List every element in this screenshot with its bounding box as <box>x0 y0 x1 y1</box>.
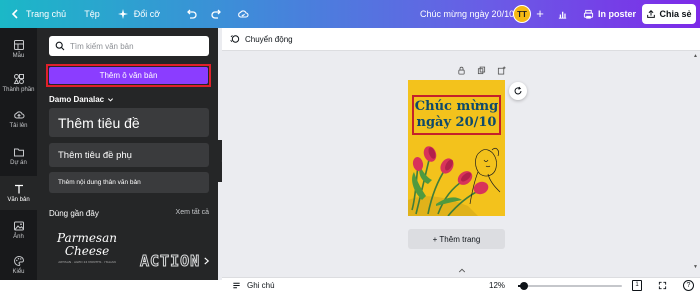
rail-label-elements: Thành phần <box>2 87 35 93</box>
redo-icon <box>210 7 224 21</box>
rail-footer <box>0 280 222 293</box>
elements-icon <box>13 73 25 85</box>
rail-item-projects[interactable]: Dự án <box>0 139 37 173</box>
template-icon <box>13 39 25 51</box>
undo-button[interactable] <box>178 0 204 28</box>
page-count-button[interactable]: 1 <box>632 280 642 291</box>
search-box[interactable] <box>49 36 209 56</box>
rail-label-text: Văn bản <box>7 197 30 203</box>
chevron-left-icon <box>8 7 22 21</box>
add-page-icon[interactable] <box>497 66 506 75</box>
left-rail: Mẫu Thành phần Tải lên Dự án Văn bản Ảnh <box>0 28 37 280</box>
fullscreen-icon[interactable] <box>658 281 667 292</box>
text-panel: Thêm ô văn bản Damo Danalac Thêm tiêu đề… <box>37 28 218 280</box>
file-menu[interactable]: Tệp <box>78 0 106 28</box>
zoom-value[interactable]: 12% <box>489 281 505 290</box>
add-collaborator-button[interactable]: + <box>533 6 547 22</box>
font-kit-selector[interactable]: Damo Danalac <box>49 93 114 105</box>
rail-item-styles[interactable]: Kiểu <box>0 248 37 282</box>
rail-label-photos: Ảnh <box>13 234 24 240</box>
styles-icon <box>13 255 25 267</box>
add-body-text-button[interactable]: Thêm nội dung thân văn bản <box>49 172 209 193</box>
undo-icon <box>184 7 198 21</box>
parmesan-fineprint: ARTISAN · AGED 24 MONTHS · ITALIAN <box>58 260 116 264</box>
printer-icon <box>583 9 594 20</box>
print-poster-button[interactable]: In poster <box>579 4 640 24</box>
share-label: Chia sẻ <box>659 9 692 19</box>
zoom-slider-handle[interactable] <box>520 282 529 290</box>
zoom-slider[interactable] <box>518 282 622 290</box>
refresh-button[interactable] <box>509 82 527 100</box>
animate-button[interactable]: Chuyển động <box>245 35 293 44</box>
add-page-button[interactable]: + Thêm trang <box>408 229 505 249</box>
sparkle-icon <box>116 7 130 21</box>
search-input[interactable] <box>70 41 200 51</box>
poster-page[interactable]: Chúc mừng ngày 20/10 <box>408 80 505 216</box>
notes-button[interactable]: Ghi chú <box>232 281 275 290</box>
rail-item-text[interactable]: Văn bản <box>0 176 37 210</box>
add-heading-button[interactable]: Thêm tiêu đề <box>49 108 209 137</box>
notes-label: Ghi chú <box>247 281 275 290</box>
poster-line2: ngày 20/10 <box>416 115 497 130</box>
refresh-icon <box>513 86 523 96</box>
page-tools <box>457 66 506 75</box>
chevron-up-icon[interactable] <box>455 268 469 276</box>
poster-line1: Chúc mừng <box>414 99 499 114</box>
rail-item-elements[interactable]: Thành phần <box>0 66 37 100</box>
share-icon <box>646 9 656 19</box>
recent-header: Dùng gần đây Xem tất cả <box>49 209 209 218</box>
upload-icon <box>13 109 25 121</box>
search-icon <box>55 41 65 51</box>
help-button[interactable]: ? <box>683 280 694 291</box>
duplicate-icon[interactable] <box>477 66 486 75</box>
rail-label-styles: Kiểu <box>12 269 25 275</box>
rail-item-templates[interactable]: Mẫu <box>0 32 37 66</box>
chevron-down-icon <box>107 96 114 103</box>
add-text-button[interactable]: Thêm ô văn bản <box>49 67 208 84</box>
see-all-link[interactable]: Xem tất cả <box>176 209 209 218</box>
resize-button[interactable]: Đổi cỡ <box>110 0 166 28</box>
file-label: Tệp <box>84 9 100 19</box>
share-button[interactable]: Chia sẻ <box>642 4 696 24</box>
context-toolbar: Chuyển động <box>222 28 700 51</box>
chevron-right-icon[interactable] <box>203 256 210 269</box>
resize-label: Đổi cỡ <box>133 9 161 19</box>
bar-chart-icon <box>557 9 568 20</box>
insights-button[interactable] <box>553 5 571 23</box>
lock-icon[interactable] <box>457 66 466 75</box>
bottom-bar: Ghi chú 12% 1 ? <box>222 277 700 293</box>
rail-label-templates: Mẫu <box>12 53 25 59</box>
home-label: Trang chủ <box>26 9 67 19</box>
cloud-save-button[interactable] <box>230 0 256 28</box>
home-button[interactable]: Trang chủ <box>0 0 72 28</box>
folder-icon <box>13 146 25 158</box>
animate-icon <box>230 34 240 44</box>
redo-button[interactable] <box>204 0 230 28</box>
scroll-up-arrow[interactable]: ▲ <box>693 53 698 59</box>
print-label: In poster <box>598 9 637 19</box>
add-text-highlight: Thêm ô văn bản <box>46 64 211 87</box>
rail-item-uploads[interactable]: Tải lên <box>0 102 37 136</box>
notes-icon <box>232 281 241 290</box>
parmesan-line2: Cheese <box>64 244 110 258</box>
recent-template-action[interactable]: ACTION <box>140 252 202 272</box>
document-title[interactable]: Chúc mừng ngày 20/10 <box>420 0 514 28</box>
rail-label-projects: Dự án <box>10 160 27 166</box>
add-subheading-button[interactable]: Thêm tiêu đề phụ <box>49 143 209 167</box>
rail-label-uploads: Tải lên <box>9 123 28 129</box>
poster-title[interactable]: Chúc mừng ngày 20/10 <box>412 95 501 135</box>
cloud-check-icon <box>236 7 250 21</box>
text-icon <box>13 183 25 195</box>
recent-title: Dùng gần đây <box>49 209 99 218</box>
photo-icon <box>13 220 25 232</box>
rail-item-photos[interactable]: Ảnh <box>0 213 37 247</box>
avatar[interactable]: TT <box>513 5 531 23</box>
font-kit-label: Damo Danalac <box>49 94 105 104</box>
scroll-down-arrow[interactable]: ▼ <box>693 264 698 270</box>
